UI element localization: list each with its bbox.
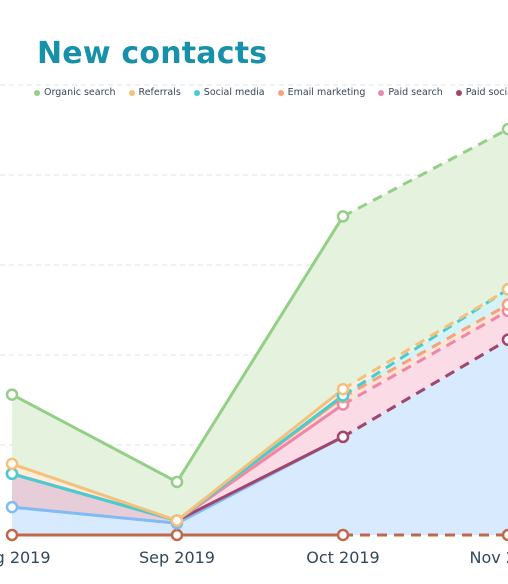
legend-dot-icon <box>378 89 385 96</box>
data-point <box>501 283 508 296</box>
legend-item[interactable]: Referrals <box>128 87 181 98</box>
legend-label: Social media <box>203 87 265 98</box>
x-tick-label: Aug 2019 <box>0 548 51 567</box>
data-point <box>501 528 508 542</box>
legend-item[interactable]: Paid social <box>455 87 508 98</box>
data-point <box>336 382 350 396</box>
legend-dot-icon <box>455 89 462 96</box>
legend-dot-icon <box>128 89 135 96</box>
data-point <box>5 528 19 542</box>
legend-item[interactable]: Paid search <box>378 87 443 98</box>
data-point <box>5 457 19 471</box>
legend-label: Referrals <box>138 87 181 98</box>
data-point <box>336 210 350 223</box>
legend: Organic search Referrals Social media Email… <box>34 87 508 98</box>
data-point <box>5 500 19 514</box>
legend-item[interactable]: Social media <box>193 87 265 98</box>
data-point <box>170 514 184 527</box>
data-point <box>170 475 184 489</box>
x-tick-label: Oct 2019 <box>306 548 379 567</box>
legend-label: Organic search <box>44 87 116 98</box>
legend-label: Email marketing <box>287 87 366 98</box>
data-point <box>170 528 184 542</box>
legend-item[interactable]: Email marketing <box>277 87 366 98</box>
data-point <box>336 430 350 444</box>
data-point <box>5 388 19 401</box>
chart-title: New contacts <box>37 36 268 71</box>
x-tick-label: Sep 2019 <box>139 548 215 567</box>
legend-item[interactable]: Organic search <box>34 87 116 98</box>
data-point <box>501 333 508 346</box>
data-point <box>5 467 19 481</box>
x-tick-label: Nov 2019 <box>469 548 508 567</box>
legend-label: Paid search <box>388 87 443 98</box>
legend-dot-icon <box>277 89 284 96</box>
legend-dot-icon <box>193 89 200 96</box>
data-point <box>501 122 508 136</box>
data-point <box>501 298 508 311</box>
data-point <box>336 528 350 542</box>
legend-dot-icon <box>34 89 40 96</box>
legend-label: Paid social <box>465 87 508 98</box>
